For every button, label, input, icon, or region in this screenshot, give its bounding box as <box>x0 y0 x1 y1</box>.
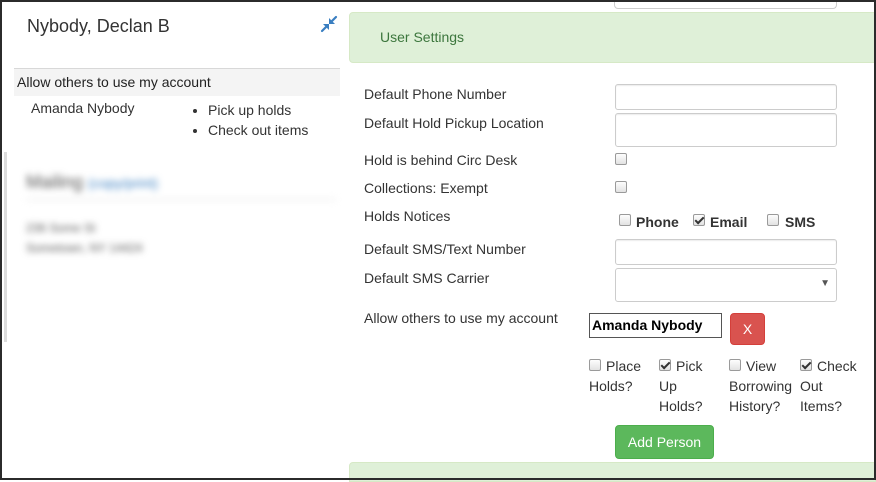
behind-desk-checkbox[interactable] <box>615 153 627 165</box>
delegate-name-input[interactable]: Amanda Nybody <box>589 313 722 338</box>
perm-label-line: Place <box>606 358 642 374</box>
collections-exempt-label: Collections: Exempt <box>364 180 488 196</box>
delegates-header: Allow others to use my account <box>14 68 340 96</box>
behind-desk-label: Hold is behind Circ Desk <box>364 152 518 168</box>
perm-label-line: Out <box>800 378 823 394</box>
default-pickup-input[interactable] <box>615 113 837 147</box>
notice-email-label: Email <box>710 214 748 230</box>
sms-number-label: Default SMS/Text Number <box>364 241 526 257</box>
notice-sms-checkbox[interactable] <box>767 214 779 226</box>
perm-checkout-label: Check Out Items? <box>800 356 857 416</box>
sms-carrier-select[interactable]: ▼ <box>615 268 837 302</box>
perm-label-line: Holds? <box>589 378 633 394</box>
pickup-location-label: Default Hold Pickup Location <box>364 115 544 131</box>
delegate-permission-list: Pick up holds Check out items <box>189 100 308 140</box>
perm-label-line: Items? <box>800 398 843 414</box>
sms-carrier-label: Default SMS Carrier <box>364 270 490 286</box>
previous-input-field[interactable] <box>614 0 837 9</box>
notice-sms-label: SMS <box>785 214 816 230</box>
delegate-name: Amanda Nybody <box>31 100 135 116</box>
remove-delegate-button[interactable]: X <box>730 313 765 345</box>
patron-name: Nybody, Declan B <box>27 16 170 36</box>
holds-notices-label: Holds Notices <box>364 208 451 224</box>
mailing-heading: Mailing <box>26 172 84 192</box>
phone-label: Default Phone Number <box>364 86 507 102</box>
allow-others-label: Allow others to use my account <box>364 310 558 326</box>
address-line-2: Sometown, NY 14424 <box>26 241 143 255</box>
sms-number-input[interactable] <box>615 239 837 265</box>
user-settings-header[interactable]: User Settings <box>349 12 876 63</box>
next-panel-header[interactable] <box>349 462 876 482</box>
perm-pickup-holds-label: Pick Up Holds? <box>659 356 703 416</box>
scroll-indicator <box>4 152 7 342</box>
notice-phone-label: Phone <box>636 214 679 230</box>
mailing-address-section: Mailing (copy/print) 236 Some St Sometow… <box>26 172 336 258</box>
default-phone-input[interactable] <box>615 84 837 110</box>
compress-arrows-icon[interactable] <box>320 15 338 33</box>
notice-phone-checkbox[interactable] <box>619 214 631 226</box>
collections-exempt-checkbox[interactable] <box>615 181 627 193</box>
mailing-title: Mailing (copy/print) <box>26 172 336 200</box>
address-line-1: 236 Some St <box>26 221 96 235</box>
perm-label-line: View <box>746 358 777 374</box>
perm-label-line: Holds? <box>659 398 703 414</box>
mailing-copy-link[interactable]: (copy/print) <box>88 175 158 191</box>
perm-view-history-label: View Borrowing History? <box>729 356 792 416</box>
perm-place-holds-label: Place Holds? <box>589 356 641 396</box>
list-item: Check out items <box>208 120 308 140</box>
add-person-button[interactable]: Add Person <box>615 425 714 459</box>
perm-label-line: Up <box>659 378 677 394</box>
caret-down-icon: ▼ <box>820 278 830 289</box>
notice-email-checkbox[interactable] <box>693 214 705 226</box>
perm-label-line: History? <box>729 398 781 414</box>
mailing-address: 236 Some St Sometown, NY 14424 <box>26 218 336 258</box>
perm-label-line: Borrowing <box>729 378 793 394</box>
perm-label-line: Pick <box>676 358 703 374</box>
list-item: Pick up holds <box>208 100 308 120</box>
perm-label-line: Check <box>817 358 857 374</box>
patron-summary-pane: Nybody, Declan B Allow others to use my … <box>2 2 340 478</box>
